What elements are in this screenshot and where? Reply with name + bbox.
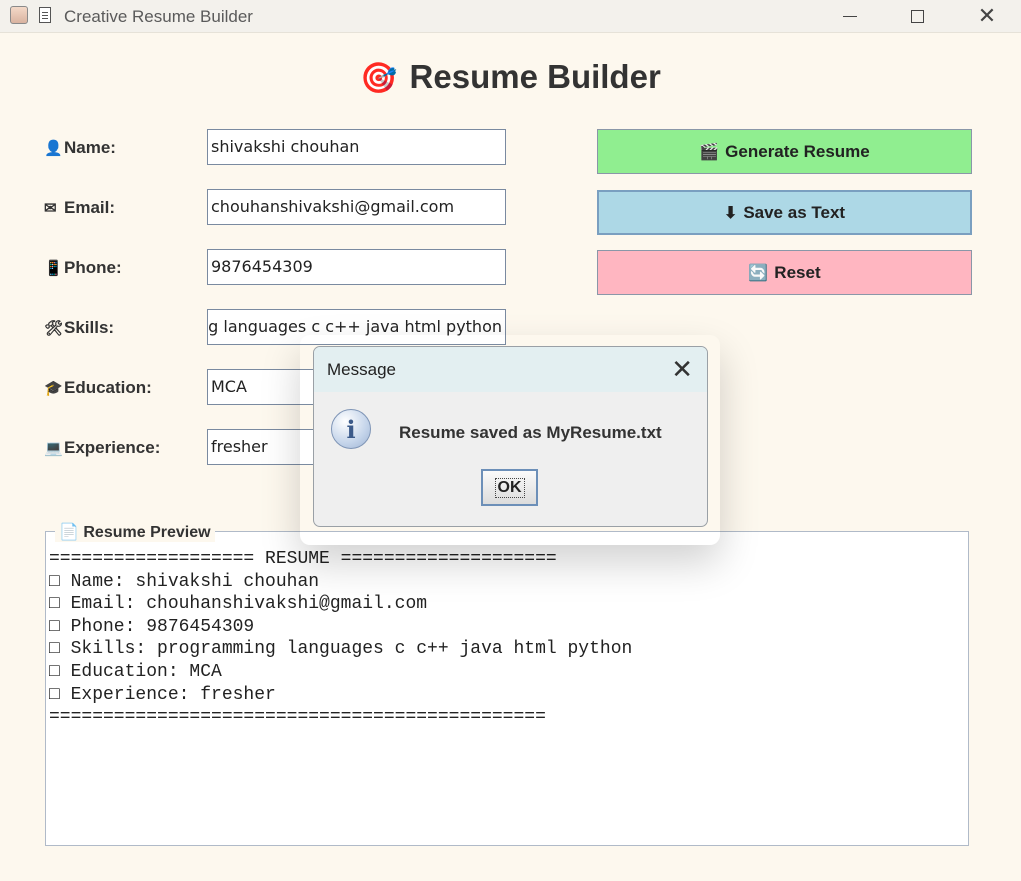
message-dialog: Message ✕ i Resume saved as MyResume.txt… <box>313 346 708 527</box>
clapperboard-icon: 🎬 <box>699 143 720 161</box>
phone-label: 📱Phone: <box>44 258 122 278</box>
save-as-text-label: Save as Text <box>743 202 846 222</box>
phone-label-text: Phone: <box>64 258 122 277</box>
tools-icon: 🛠 <box>44 320 64 337</box>
window-title: Creative Resume Builder <box>64 7 253 26</box>
name-input[interactable]: shivakshi chouhan <box>207 129 506 165</box>
java-cup-icon[interactable] <box>10 6 28 24</box>
experience-label: 💻Experience: <box>44 438 160 458</box>
education-label: 🎓Education: <box>44 378 152 398</box>
preview-line: □ Experience: fresher <box>49 684 276 705</box>
close-icon: ✕ <box>977 3 997 28</box>
mobile-phone-icon: 📱 <box>44 260 63 277</box>
page-title: 🎯 Resume Builder <box>0 58 1021 96</box>
preview-line: □ Skills: programming languages c c++ ja… <box>49 639 633 660</box>
info-icon: i <box>331 409 371 449</box>
resume-preview-title-text: Resume Preview <box>83 524 211 541</box>
phone-input[interactable]: 9876454309 <box>207 249 506 285</box>
document-icon <box>39 7 51 23</box>
education-label-text: Education: <box>64 378 152 397</box>
graduation-cap-icon: 🎓 <box>44 380 63 397</box>
skills-label-text: Skills: <box>64 318 115 337</box>
refresh-icon: 🔄 <box>748 264 769 282</box>
reset-label: Reset <box>774 262 821 282</box>
generate-resume-button[interactable]: 🎬 Generate Resume <box>597 129 972 174</box>
close-button[interactable]: ✕ <box>964 0 1010 32</box>
envelope-icon: ✉ <box>44 200 57 217</box>
preview-line: □ Education: MCA <box>49 661 222 682</box>
skills-label: 🛠Skills: <box>44 318 114 338</box>
document-icon: 📄 <box>59 524 79 541</box>
preview-line: □ Name: shivakshi chouhan <box>49 571 320 592</box>
computer-icon: 💻 <box>44 440 63 457</box>
dialog-titlebar: Message ✕ <box>314 347 707 392</box>
experience-label-text: Experience: <box>64 438 161 457</box>
ok-button[interactable]: OK <box>481 469 538 506</box>
minimize-icon <box>843 15 857 17</box>
person-icon: 👤 <box>44 140 63 157</box>
email-label-text: Email: <box>64 198 116 217</box>
name-label: 👤Name: <box>44 138 116 158</box>
dialog-close-icon[interactable]: ✕ <box>671 354 693 385</box>
preview-line: □ Phone: 9876454309 <box>49 616 255 637</box>
preview-line: ========================================… <box>49 707 546 728</box>
reset-button[interactable]: 🔄 Reset <box>597 250 972 295</box>
maximize-icon <box>910 9 924 23</box>
email-input[interactable]: chouhanshivakshi@gmail.com <box>207 189 506 225</box>
dialog-title: Message <box>327 360 396 379</box>
minimize-button[interactable] <box>827 0 873 32</box>
ok-button-label: OK <box>494 477 525 498</box>
save-as-text-button[interactable]: ⬇ Save as Text <box>597 190 972 235</box>
preview-line: =================== RESUME =============… <box>49 549 557 569</box>
resume-preview-text: =================== RESUME =============… <box>49 548 632 729</box>
dialog-message: Resume saved as MyResume.txt <box>399 423 662 442</box>
download-icon: ⬇ <box>723 204 738 222</box>
maximize-button[interactable] <box>894 0 940 32</box>
generate-resume-label: Generate Resume <box>725 141 870 161</box>
preview-line: □ Email: chouhanshivakshi@gmail.com <box>49 594 428 615</box>
page-title-text: Resume Builder <box>409 58 661 95</box>
resume-preview-title: 📄 Resume Preview <box>55 522 215 542</box>
target-icon: 🎯 <box>360 62 398 95</box>
email-label: ✉ Email: <box>44 198 115 218</box>
name-label-text: Name: <box>64 138 116 157</box>
window-titlebar: Creative Resume Builder ✕ <box>0 0 1021 33</box>
